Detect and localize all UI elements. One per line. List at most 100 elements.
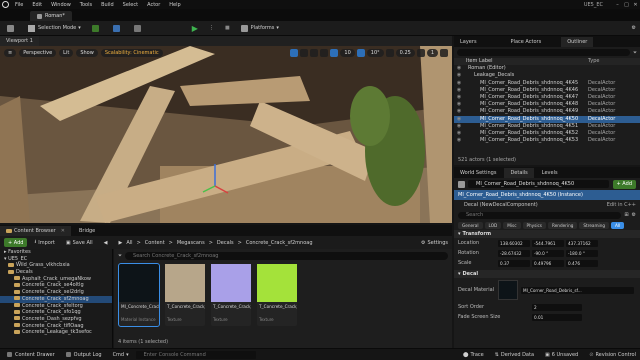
tab-world-settings[interactable]: World Settings: [454, 168, 502, 178]
asset-search-input[interactable]: Search Concrete_Crack_sf2mnoag: [125, 252, 448, 260]
rotation-snap-icon[interactable]: [356, 49, 365, 57]
folder-tree-item[interactable]: Concrete_Crack_sfo1qg: [0, 309, 112, 316]
level-tab[interactable]: Roman*: [30, 11, 72, 21]
detail-filter-rendering[interactable]: Rendering: [548, 221, 578, 229]
settings-button[interactable]: ⚙: [628, 23, 640, 34]
grid-view-icon[interactable]: ⊞: [624, 212, 628, 218]
scalability-button[interactable]: Scalability: Cinematic: [100, 49, 163, 57]
cmd-dropdown[interactable]: Cmd ▾: [109, 349, 133, 360]
outliner-row[interactable]: ◉ MI_Corner_Road_Debris_shdnnoq_4K52 Decal…: [454, 130, 640, 137]
component-instance-row[interactable]: MI_Corner_Road_Debris_shdnnoq_4K50 (Inst…: [454, 190, 640, 200]
asset-tile[interactable]: T_Concrete_Crack_sf2mnoag_4K_D Texture: [165, 264, 205, 326]
rotate-mode-icon[interactable]: [300, 49, 309, 57]
trace-button[interactable]: ⬤ Trace: [459, 349, 488, 360]
save-button[interactable]: [3, 23, 21, 34]
header-type[interactable]: Type: [588, 58, 640, 65]
breadcrumb-decals[interactable]: Decals: [217, 240, 234, 246]
scale-mode-icon[interactable]: [310, 49, 319, 57]
menu-window[interactable]: Window: [51, 2, 71, 8]
fade-screen-size-input[interactable]: 0.01: [532, 313, 582, 321]
tab-details[interactable]: Details: [504, 167, 534, 178]
rotation-label[interactable]: Rotation: [458, 250, 498, 256]
select-mode-button[interactable]: Selection Mode ▾: [24, 23, 85, 34]
asset-tile[interactable]: MI_Concrete_Crack_sf2mnoag_4K Material In…: [118, 263, 160, 327]
visibility-eye-icon[interactable]: ◉: [454, 130, 464, 137]
gear-icon[interactable]: ⚙: [632, 212, 636, 218]
scale-snap-value[interactable]: 0.25: [395, 49, 415, 57]
tab-levels[interactable]: Levels: [536, 168, 564, 178]
folder-tree-item[interactable]: Concrete_Dash_sezpfvg: [0, 316, 112, 323]
platforms-button[interactable]: Platforms ▾: [237, 23, 283, 34]
detail-filter-streaming[interactable]: Streaming: [579, 221, 610, 229]
folder-tree-item[interactable]: Concrete_Crack_sel2drlg: [0, 289, 112, 296]
material-thumbnail[interactable]: [498, 280, 518, 300]
console-command-input[interactable]: Enter Console Command: [135, 350, 256, 359]
tab-content-browser[interactable]: Content Browser ✕: [0, 225, 71, 236]
folder-tree-item[interactable]: Concrete_Crack_sfeltorg: [0, 303, 112, 310]
outliner-row[interactable]: ◉ MI_Corner_Road_Debris_shdnnoq_4K46 Decal…: [454, 87, 640, 94]
detail-filter-physics[interactable]: Physics: [522, 221, 546, 229]
location-y-input[interactable]: -544.7961: [532, 239, 564, 247]
rotation-x-input[interactable]: -28.67432: [498, 249, 530, 257]
outliner-row[interactable]: ◉ Roman (Editor): [454, 65, 640, 72]
folder-tree-item[interactable]: Concrete_Crack_se4oltlg: [0, 282, 112, 289]
viewport-tab[interactable]: Viewport 1: [0, 36, 39, 46]
visibility-eye-icon[interactable]: ◉: [454, 80, 464, 87]
tab-place-actors[interactable]: Place Actors: [505, 37, 548, 47]
detail-filter-all[interactable]: All: [611, 221, 625, 229]
visibility-eye-icon[interactable]: ◉: [454, 101, 464, 108]
favorites-header[interactable]: ▸ Favorites: [0, 249, 112, 256]
back-button[interactable]: ◀: [100, 237, 112, 248]
menu-help[interactable]: Help: [169, 2, 180, 8]
visibility-eye-icon[interactable]: ◉: [454, 72, 464, 79]
play-button[interactable]: ▶: [188, 23, 202, 34]
cinematics-button[interactable]: [130, 23, 148, 34]
camera-speed-value[interactable]: 1: [426, 49, 438, 57]
component-row[interactable]: Decal (NewDecalComponent) Edit in C++: [454, 200, 640, 210]
folder-tree-item[interactable]: Concrete_Leakage_tk3sefoc: [0, 329, 112, 336]
forward-button[interactable]: ▶: [115, 237, 127, 248]
minimize-icon[interactable]: –: [613, 2, 622, 8]
show-button[interactable]: Show: [76, 49, 98, 57]
actor-name-input[interactable]: MI_Corner_Road_Debris_shdnnoq_4K50: [468, 180, 609, 188]
menu-file[interactable]: File: [15, 2, 23, 8]
detail-filter-lod[interactable]: LOD: [484, 221, 502, 229]
details-search-input[interactable]: Search: [458, 211, 622, 219]
decal-category[interactable]: ▾ Decal: [454, 270, 640, 278]
location-label[interactable]: Location: [458, 240, 498, 246]
camera-speed-icon[interactable]: [416, 49, 425, 57]
tab-layers[interactable]: Layers: [454, 37, 483, 47]
revision-control-button[interactable]: ⊘ Revision Control: [585, 349, 640, 360]
visibility-eye-icon[interactable]: ◉: [454, 65, 464, 72]
visibility-eye-icon[interactable]: ◉: [454, 137, 464, 144]
level-viewport[interactable]: ≡ Perspective Lit Show Scalability: Cine…: [0, 46, 452, 223]
sort-order-input[interactable]: 2: [532, 303, 582, 311]
folder-tree-item[interactable]: Concrete_Crack_sf2mnoag: [0, 295, 112, 303]
translate-mode-icon[interactable]: [290, 49, 299, 57]
breadcrumb-current-folder[interactable]: Concrete_Crack_sf2mnoag: [246, 240, 313, 246]
location-z-input[interactable]: 437.37162: [566, 239, 598, 247]
add-component-button[interactable]: + Add: [612, 179, 636, 189]
tab-bridge[interactable]: Bridge: [73, 226, 101, 236]
outliner-row[interactable]: ◉ MI_Corner_Road_Debris_shdnnoq_4K51 Decal…: [454, 123, 640, 130]
settings-button[interactable]: ⚙ Settings: [417, 237, 452, 248]
tab-outliner[interactable]: Outliner: [561, 36, 594, 47]
visibility-eye-icon[interactable]: ◉: [454, 87, 464, 94]
visibility-eye-icon[interactable]: ◉: [454, 116, 464, 123]
header-item-label[interactable]: Item Label: [466, 58, 588, 65]
decal-material-dropdown[interactable]: MI_Corner_Road_Debris_sf...: [521, 286, 634, 294]
scale-label[interactable]: Scale: [458, 260, 498, 266]
visibility-eye-icon[interactable]: ◉: [454, 123, 464, 130]
play-options-button[interactable]: ⋮: [205, 23, 218, 34]
visibility-eye-icon[interactable]: ◉: [454, 94, 464, 101]
content-drawer-button[interactable]: Content Drawer: [3, 349, 59, 360]
scale-snap-icon[interactable]: [385, 49, 394, 57]
scale-y-input[interactable]: 0.49796: [532, 259, 564, 267]
unsaved-button[interactable]: ▣ 6 Unsaved: [541, 349, 582, 360]
filter-icon[interactable]: ⏷: [633, 50, 637, 56]
maximize-icon[interactable]: □: [622, 2, 631, 8]
menu-build[interactable]: Build: [101, 2, 114, 8]
blueprint-button[interactable]: [109, 23, 127, 34]
menu-actor[interactable]: Actor: [147, 2, 160, 8]
visibility-eye-icon[interactable]: ◉: [454, 108, 464, 115]
